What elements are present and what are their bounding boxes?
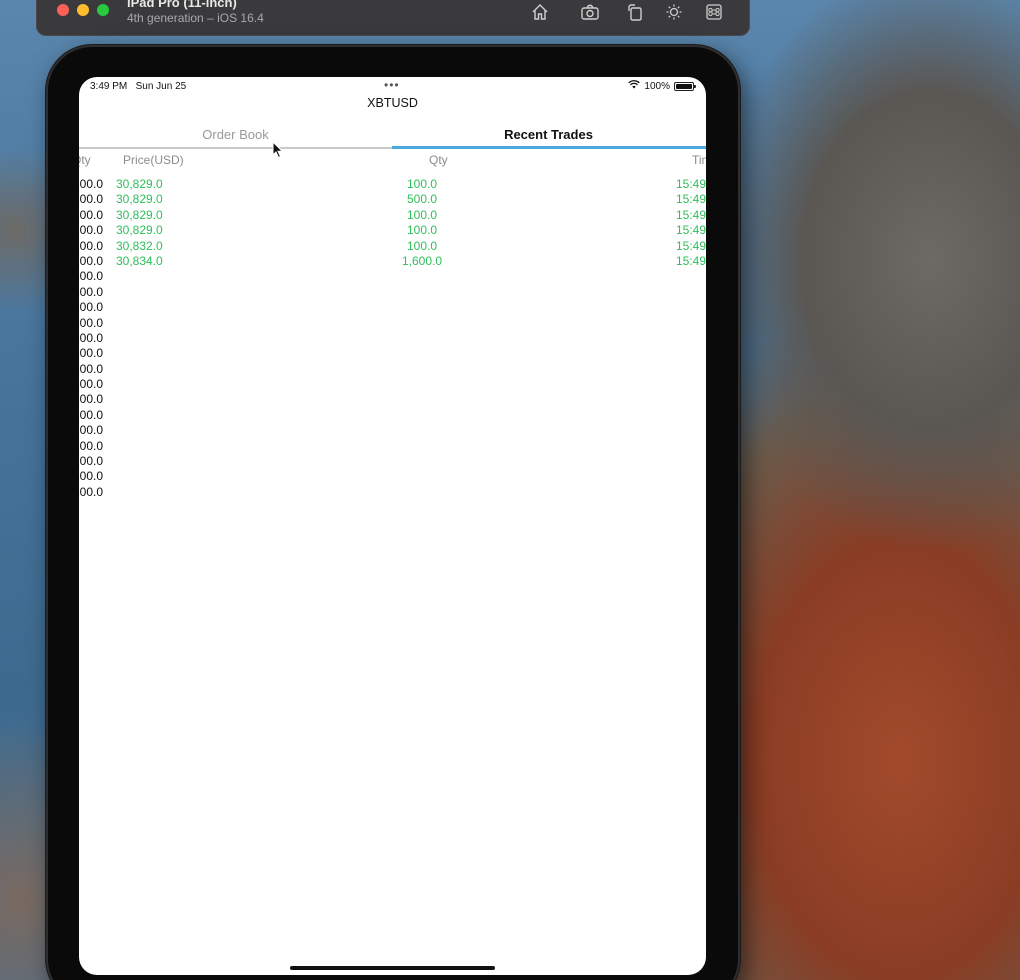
tab-recent-trades[interactable]: Recent Trades: [392, 121, 705, 147]
nav-title: XBTUSD: [367, 96, 418, 110]
trade-time-cell: 15:49: [676, 238, 706, 253]
ipad-screen: 3:49 PM Sun Jun 25 ••• 100% XBTUSD Order…: [79, 77, 706, 975]
table-row: 100.0: [79, 454, 706, 469]
trade-time-cell: 15:49: [676, 192, 706, 207]
table-row: 100.0 30,829.0 100.0 15:49: [79, 223, 706, 238]
trades-list: 100.0 30,829.0 100.0 15:49 100.0 30,829.0 500.…: [79, 177, 706, 500]
home-indicator[interactable]: [290, 966, 495, 970]
trade-time-cell: 15:49: [676, 207, 706, 222]
trade-time-cell: 15:49: [676, 253, 706, 268]
rotate-icon[interactable]: [625, 3, 645, 21]
table-row: 100.0: [79, 300, 706, 315]
simulator-title-bar: iPad Pro (11-inch) 4th generation – iOS …: [36, 0, 750, 36]
trade-time-cell: 15:49: [676, 177, 706, 191]
trade-price-cell: 30,829.0: [116, 177, 163, 191]
order-book-qty-cell: 100.0: [79, 300, 104, 315]
battery-icon: [674, 81, 696, 91]
order-book-qty-cell: 100.0: [79, 315, 104, 330]
order-book-qty-cell: 100.0: [79, 223, 104, 238]
order-book-qty-cell: 100.0: [79, 269, 104, 284]
order-book-qty-cell: 100.0: [79, 392, 104, 407]
column-header-time: Time: [692, 153, 706, 167]
order-book-qty-cell: 100.0: [79, 361, 104, 376]
mouse-cursor-icon: [272, 140, 284, 164]
column-header-price: Price(USD): [123, 153, 184, 167]
minimize-window-button[interactable]: [77, 4, 89, 16]
trade-qty-cell: 100.0: [406, 238, 438, 253]
wifi-icon: [628, 80, 641, 92]
table-row: 100.0: [79, 408, 706, 423]
trade-time-cell: 15:49: [676, 223, 706, 238]
battery-percentage: 100%: [644, 80, 670, 92]
order-book-qty-cell: 100.0: [79, 330, 104, 345]
trade-price-cell: 30,834.0: [116, 253, 163, 268]
trade-price-cell: 30,832.0: [116, 238, 163, 253]
table-row: 100.0: [79, 485, 706, 500]
trade-qty-cell: 100.0: [406, 223, 438, 238]
table-row: 100.0: [79, 439, 706, 454]
status-right: 100%: [628, 80, 696, 92]
trade-qty-cell: 100.0: [406, 207, 438, 222]
table-row: 100.0: [79, 362, 706, 377]
simulator-device-name: iPad Pro (11-inch): [127, 0, 237, 10]
tab-order-book[interactable]: Order Book: [79, 121, 392, 147]
appearance-icon[interactable]: [664, 3, 684, 21]
column-header-qty: Qty: [429, 153, 448, 167]
trade-price-cell: 30,829.0: [116, 223, 163, 238]
table-row: 100.0: [79, 392, 706, 407]
table-row: 100.0 30,829.0 500.0 15:49: [79, 192, 706, 207]
zoom-window-button[interactable]: [97, 4, 109, 16]
table-row: 100.0 30,832.0 100.0 15:49: [79, 239, 706, 254]
close-window-button[interactable]: [57, 4, 69, 16]
trade-qty-cell: 1,600.0: [401, 253, 443, 268]
order-book-qty-cell: 100.0: [79, 377, 104, 392]
column-header-order-book-qty: Qty: [79, 153, 91, 167]
table-row: 100.0: [79, 346, 706, 361]
order-book-qty-cell: 100.0: [79, 192, 104, 207]
order-book-qty-cell: 100.0: [79, 438, 104, 453]
order-book-qty-cell: 100.0: [79, 238, 104, 253]
keyboard-command-icon[interactable]: [704, 3, 724, 21]
table-row: 100.0 30,829.0 100.0 15:49: [79, 208, 706, 223]
table-row: 100.0: [79, 269, 706, 284]
simulator-device-subtitle: 4th generation – iOS 16.4: [127, 11, 264, 25]
order-book-qty-cell: 100.0: [79, 346, 104, 361]
segmented-tabs: Order Book Recent Trades: [79, 121, 706, 149]
trade-qty-cell: 100.0: [406, 177, 438, 191]
table-row: 100.0: [79, 331, 706, 346]
trade-price-cell: 30,829.0: [116, 192, 163, 207]
order-book-qty-cell: 100.0: [79, 284, 104, 299]
trade-price-cell: 30,829.0: [116, 207, 163, 222]
table-row: 100.0 30,829.0 100.0 15:49: [79, 177, 706, 192]
order-book-qty-cell: 100.0: [79, 454, 104, 469]
table-row: 100.0: [79, 377, 706, 392]
order-book-qty-cell: 100.0: [79, 407, 104, 422]
multitasking-dots[interactable]: •••: [384, 78, 400, 92]
status-bar: 3:49 PM Sun Jun 25 ••• 100%: [79, 77, 706, 97]
table-row: 100.0: [79, 469, 706, 484]
screenshot-icon[interactable]: [580, 3, 600, 21]
order-book-qty-cell: 100.0: [79, 207, 104, 222]
home-icon[interactable]: [530, 3, 550, 21]
order-book-qty-cell: 100.0: [79, 484, 104, 499]
table-row: 100.0: [79, 285, 706, 300]
table-row: 100.0 30,834.0 1,600.0 15:49: [79, 254, 706, 269]
order-book-qty-cell: 100.0: [79, 253, 104, 268]
tab-underline-order-book: [79, 147, 392, 149]
trade-qty-cell: 500.0: [406, 192, 438, 207]
tab-underline-recent-trades: [392, 146, 706, 149]
order-book-qty-cell: 100.0: [79, 177, 104, 191]
order-book-qty-cell: 100.0: [79, 423, 104, 438]
status-time: 3:49 PM Sun Jun 25: [90, 81, 187, 92]
table-row: 100.0: [79, 316, 706, 331]
order-book-qty-cell: 100.0: [79, 469, 104, 484]
table-row: 100.0: [79, 423, 706, 438]
